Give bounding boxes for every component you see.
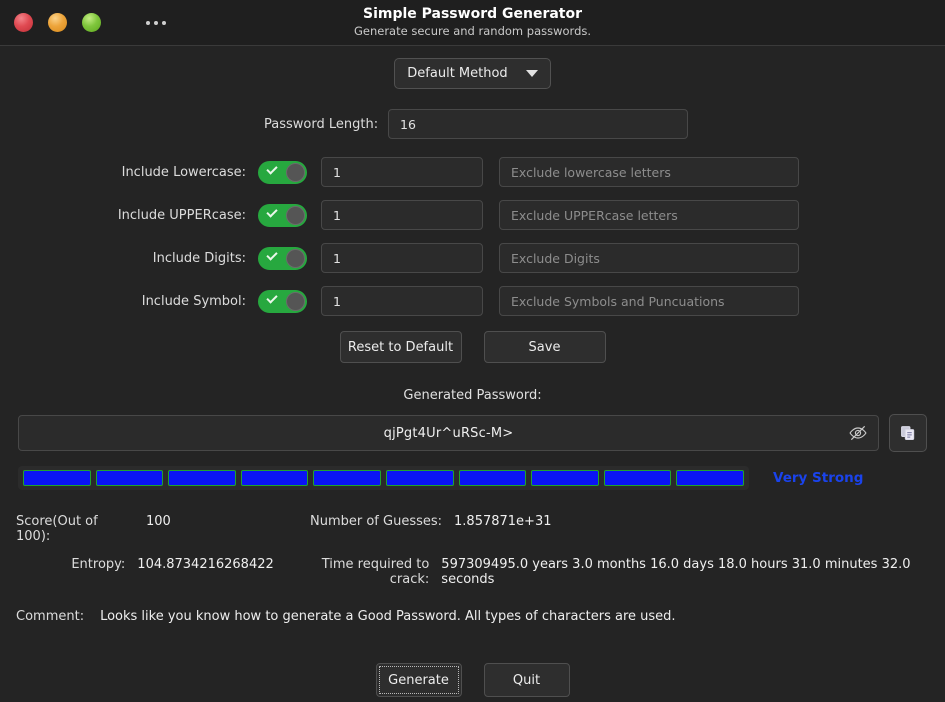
crack-time-label: Time required to crack: bbox=[289, 557, 429, 587]
toggle-knob bbox=[286, 163, 305, 182]
strength-segment bbox=[241, 470, 309, 486]
score-value: 100 bbox=[146, 514, 310, 529]
exclude-input-symbol[interactable] bbox=[499, 286, 799, 316]
option-label-symbol: Include Symbol: bbox=[0, 294, 258, 309]
toggle-knob bbox=[286, 249, 305, 268]
generate-button[interactable]: Generate bbox=[376, 663, 462, 697]
reset-to-default-button[interactable]: Reset to Default bbox=[340, 331, 462, 363]
option-row-uppercase: Include UPPERcase: bbox=[0, 200, 945, 230]
strength-segment bbox=[459, 470, 527, 486]
eye-off-icon[interactable] bbox=[847, 422, 869, 444]
option-row-lowercase: Include Lowercase: bbox=[0, 157, 945, 187]
count-input-digits[interactable] bbox=[321, 243, 483, 273]
generated-password-field[interactable]: qjPgt4Ur^uRSc-M> bbox=[18, 415, 879, 451]
strength-meter-row: Very Strong bbox=[0, 466, 945, 490]
check-icon bbox=[266, 206, 277, 217]
title-bar: Simple Password Generator Generate secur… bbox=[0, 0, 945, 46]
options-section: Include Lowercase: Include UPPERcase: In… bbox=[0, 157, 945, 316]
strength-segment bbox=[313, 470, 381, 486]
count-input-uppercase[interactable] bbox=[321, 200, 483, 230]
check-icon bbox=[266, 292, 277, 303]
maximize-window-button[interactable] bbox=[82, 13, 101, 32]
comment-text: Looks like you know how to generate a Go… bbox=[100, 609, 675, 624]
generated-password-value: qjPgt4Ur^uRSc-M> bbox=[384, 426, 514, 441]
quit-button[interactable]: Quit bbox=[484, 663, 570, 697]
strength-meter bbox=[18, 466, 749, 490]
config-actions: Reset to Default Save bbox=[0, 331, 945, 363]
password-length-input[interactable] bbox=[388, 109, 688, 139]
method-dropdown[interactable]: Default Method bbox=[394, 58, 550, 89]
option-label-digits: Include Digits: bbox=[0, 251, 258, 266]
copy-icon[interactable] bbox=[889, 414, 927, 452]
toggle-knob bbox=[286, 206, 305, 225]
option-row-digits: Include Digits: bbox=[0, 243, 945, 273]
strength-segment bbox=[676, 470, 744, 486]
exclude-input-digits[interactable] bbox=[499, 243, 799, 273]
toggle-knob bbox=[286, 292, 305, 311]
option-label-uppercase: Include UPPERcase: bbox=[0, 208, 258, 223]
check-icon bbox=[266, 163, 277, 174]
exclude-input-lowercase[interactable] bbox=[499, 157, 799, 187]
close-window-button[interactable] bbox=[14, 13, 33, 32]
strength-segment bbox=[96, 470, 164, 486]
strength-segment bbox=[604, 470, 672, 486]
guesses-label: Number of Guesses: bbox=[310, 514, 442, 529]
check-icon bbox=[266, 249, 277, 260]
count-input-lowercase[interactable] bbox=[321, 157, 483, 187]
strength-label: Very Strong bbox=[773, 470, 863, 486]
comment-label: Comment: bbox=[16, 609, 84, 624]
strength-segment bbox=[531, 470, 599, 486]
window-controls bbox=[0, 13, 170, 32]
footer-actions: Generate Quit bbox=[0, 663, 945, 697]
option-label-lowercase: Include Lowercase: bbox=[0, 165, 258, 180]
password-length-label: Password Length: bbox=[264, 117, 388, 132]
entropy-value: 104.8734216268422 bbox=[137, 557, 289, 572]
stats-section: Score(Out of 100): 100 Number of Guesses… bbox=[0, 514, 945, 587]
stat-row-entropy-crack: Entropy: 104.8734216268422 Time required… bbox=[16, 557, 929, 587]
minimize-window-button[interactable] bbox=[48, 13, 67, 32]
toggle-include-lowercase[interactable] bbox=[258, 161, 307, 184]
strength-segment bbox=[168, 470, 236, 486]
ellipsis-icon[interactable] bbox=[142, 15, 170, 31]
exclude-input-uppercase[interactable] bbox=[499, 200, 799, 230]
comment-row: Comment: Looks like you know how to gene… bbox=[0, 609, 945, 624]
toggle-include-uppercase[interactable] bbox=[258, 204, 307, 227]
method-dropdown-row: Default Method bbox=[0, 58, 945, 89]
method-dropdown-value: Default Method bbox=[407, 66, 507, 81]
toggle-include-digits[interactable] bbox=[258, 247, 307, 270]
save-button[interactable]: Save bbox=[484, 331, 606, 363]
option-row-symbol: Include Symbol: bbox=[0, 286, 945, 316]
entropy-label: Entropy: bbox=[16, 557, 125, 572]
count-input-symbol[interactable] bbox=[321, 286, 483, 316]
strength-segment bbox=[386, 470, 454, 486]
guesses-value: 1.857871e+31 bbox=[454, 514, 551, 529]
strength-segment bbox=[23, 470, 91, 486]
crack-time-value: 597309495.0 years 3.0 months 16.0 days 1… bbox=[441, 557, 929, 587]
password-length-row: Password Length: bbox=[0, 109, 945, 139]
toggle-include-symbol[interactable] bbox=[258, 290, 307, 313]
stat-row-score-guesses: Score(Out of 100): 100 Number of Guesses… bbox=[16, 514, 929, 544]
chevron-down-icon bbox=[526, 70, 538, 77]
generated-password-row: qjPgt4Ur^uRSc-M> bbox=[0, 414, 945, 452]
score-label: Score(Out of 100): bbox=[16, 514, 134, 544]
generated-password-label: Generated Password: bbox=[0, 388, 945, 403]
